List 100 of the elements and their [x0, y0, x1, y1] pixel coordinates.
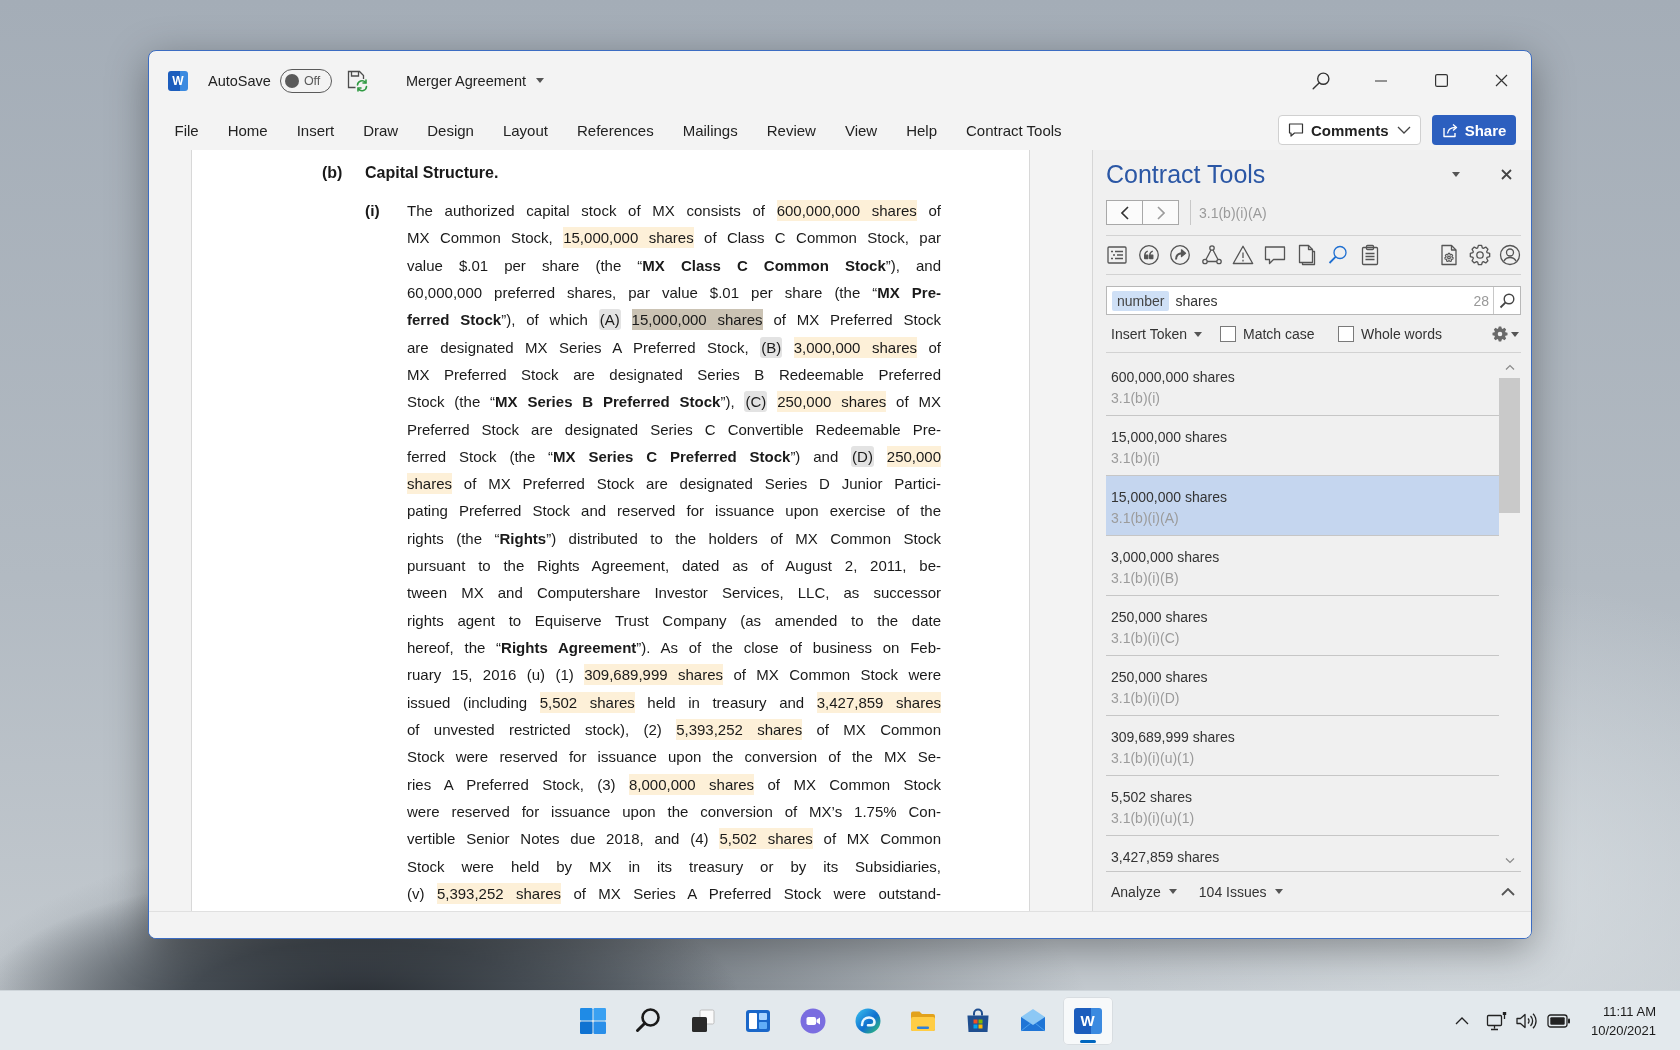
caret-icon: [1194, 331, 1202, 337]
checkbox[interactable]: [1220, 326, 1236, 342]
result-reference: 3.1(b)(i): [1111, 389, 1161, 408]
insert-token-button[interactable]: Insert Token: [1106, 326, 1215, 342]
option-label: Whole words: [1361, 326, 1442, 342]
scrollbar-thumb[interactable]: [1499, 378, 1520, 513]
result-reference: 3.1(b)(i)(D): [1111, 689, 1181, 708]
result-title: 309,689,999 shares: [1111, 728, 1236, 747]
ribbon-tab[interactable]: Layout: [488, 115, 563, 145]
close-icon[interactable]: [1494, 74, 1508, 87]
video-chat-icon: [798, 1006, 827, 1035]
match-count: 28: [1473, 292, 1489, 309]
result-reference: 3.1(b)(i)(u)(1): [1111, 749, 1196, 768]
battery-icon[interactable]: [1546, 1013, 1571, 1028]
ribbon-tab[interactable]: Design: [412, 115, 489, 145]
result-title: 600,000,000 shares: [1111, 368, 1236, 387]
search-text: shares: [1175, 292, 1218, 309]
section-heading: Capital Structure.: [365, 163, 499, 183]
result-item[interactable]: 250,000 shares 3.1(b)(i)(C): [1106, 596, 1499, 656]
comment-icon[interactable]: [1263, 244, 1286, 266]
browser-icon: [853, 1006, 882, 1035]
result-item[interactable]: 15,000,000 shares 3.1(b)(i)(A): [1106, 476, 1499, 536]
taskbar-button[interactable]: W: [1062, 996, 1113, 1045]
outline-icon[interactable]: [1106, 244, 1128, 266]
ribbon-tab[interactable]: Contract Tools: [951, 115, 1077, 145]
speech-bubble-icon: [1288, 122, 1304, 138]
word-logo: W: [1073, 1007, 1102, 1034]
option-label: Match case: [1243, 326, 1315, 342]
ribbon-tab[interactable]: Help: [891, 115, 952, 145]
chevron-left-icon: [1120, 205, 1129, 220]
result-reference: 3.1(b)(i)(u)(1): [1111, 809, 1196, 828]
maximize-icon[interactable]: [1434, 74, 1448, 87]
result-item[interactable]: 250,000 shares 3.1(b)(i)(D): [1106, 656, 1499, 716]
result-item[interactable]: 600,000,000 shares 3.1(b)(i): [1106, 356, 1499, 416]
issues-button[interactable]: 104 Issues: [1193, 883, 1283, 900]
result-item[interactable]: 3,427,859 shares: [1106, 836, 1499, 867]
result-item[interactable]: 309,689,999 shares 3.1(b)(i)(u)(1): [1106, 716, 1499, 776]
token-chip[interactable]: number: [1112, 290, 1170, 311]
ribbon-tab[interactable]: View: [830, 115, 892, 145]
caret-icon[interactable]: [1452, 171, 1460, 177]
nodes-icon[interactable]: [1200, 244, 1223, 266]
comments-button[interactable]: Comments: [1278, 115, 1421, 145]
result-title: 5,502 shares: [1111, 788, 1193, 807]
document-settings-icon[interactable]: [1438, 244, 1460, 266]
ribbon-tab[interactable]: Home: [213, 115, 283, 145]
close-icon[interactable]: [1501, 168, 1512, 180]
ribbon-tab[interactable]: Draw: [348, 115, 413, 145]
result-item[interactable]: 5,502 shares 3.1(b)(i)(u)(1): [1106, 776, 1499, 836]
search-field[interactable]: number shares 28: [1106, 286, 1521, 315]
chevron-right-icon: [1156, 205, 1165, 220]
back-button[interactable]: [1106, 200, 1143, 225]
start-icon: [578, 1006, 607, 1035]
result-reference: 3.1(b)(i)(C): [1111, 629, 1181, 648]
analyze-button[interactable]: Analyze: [1106, 883, 1177, 900]
ribbon-tab[interactable]: Mailings: [668, 115, 753, 145]
chevron-up-icon[interactable]: [1454, 1016, 1469, 1025]
search-icon: [1499, 292, 1515, 309]
ribbon-tab[interactable]: File: [160, 115, 214, 145]
result-title: 250,000 shares: [1111, 608, 1209, 627]
clock-time[interactable]: 11:11 AM: [1590, 1001, 1656, 1021]
share-icon: [1441, 122, 1459, 138]
ribbon-tab[interactable]: Review: [752, 115, 831, 145]
search-icon[interactable]: [1311, 70, 1331, 91]
ribbon-tab[interactable]: References: [562, 115, 669, 145]
share-button[interactable]: Share: [1432, 115, 1516, 145]
caret-icon: [1511, 331, 1519, 337]
location-text: 3.1(b)(i)(A): [1199, 204, 1267, 221]
network-icon[interactable]: [1485, 1010, 1508, 1031]
clock-date[interactable]: 10/20/2021: [1590, 1020, 1656, 1040]
account-icon[interactable]: [1499, 244, 1521, 266]
toggle-knob: [284, 73, 299, 88]
result-title: 15,000,000 shares: [1111, 428, 1228, 447]
result-reference: 3.1(b)(i)(A): [1111, 509, 1180, 528]
options-menu-button[interactable]: [1492, 326, 1521, 342]
volume-icon[interactable]: [1514, 1011, 1537, 1030]
pane-title: Contract Tools: [1106, 159, 1267, 189]
result-reference: 3.1(b)(i)(B): [1111, 569, 1180, 588]
caret-icon: [1274, 889, 1283, 894]
settings-icon[interactable]: [1468, 244, 1491, 266]
active-indicator: [1079, 1039, 1096, 1043]
quote-icon[interactable]: [1137, 244, 1160, 266]
caret-icon: [536, 78, 544, 83]
section-number: (b): [322, 164, 343, 181]
autosave-label: AutoSave: [208, 72, 271, 89]
chevron-up-icon[interactable]: [1501, 887, 1515, 896]
item-number: (i): [365, 202, 380, 219]
result-title: 250,000 shares: [1111, 668, 1209, 687]
warning-icon[interactable]: [1232, 244, 1255, 266]
settings-icon: [1492, 326, 1508, 342]
result-title: 3,000,000 shares: [1111, 548, 1221, 567]
minimize-icon[interactable]: [1374, 79, 1388, 82]
save-sync-icon[interactable]: [345, 69, 369, 92]
document-title-button[interactable]: Merger Agreement: [405, 72, 544, 89]
result-title: 3,427,859 shares: [1111, 848, 1221, 867]
result-item[interactable]: 3,000,000 shares 3.1(b)(i)(B): [1106, 536, 1499, 596]
ribbon-tab[interactable]: Insert: [282, 115, 349, 145]
caret-icon: [1168, 889, 1177, 894]
checkbox[interactable]: [1338, 326, 1354, 342]
body-paragraph: The authorized capital stock of MX consists of 600,000,000 shares of MX Common Stock, 15,000,000 shares of Class C Common Stock, par value $.01 per share (the “MX Class C Common Stock”), and 60,000,000 preferred shares, par value $.01 per share (the “MX Pre- ferred Stock”), of which (A) 15,000,000 shares of MX Preferred Stock are designated MX Series A Preferred Stock, (B) 3,000,000 shares of MX Preferred Stock are designated Series B Redeemable Preferred Stock (the “MX Series B Preferred Stock”), (C) 250,000 shares of MX Preferred Stock are designated Series C Convertible Redeemable Pre- ferred Stock (the “MX Series C Preferred Stock”) and (D) 250,000 shares of MX Preferred Stock are designated Series D Junior Partici- pating Preferred Stock and reserved for issuance upon exercise of the rights (the “Rights”) distributed to the holders of MX Common Stock pursuant to the Rights Agreement, dated as of August 2, 2011, be- tween MX and Computershare Investor Services, LLC, as successor rights agent to Equiserve Trust Company (as amended to the date hereof, the “Rights Agreement”). As of the close of business on Feb- ruary 15, 2016 (u) (1) 309,689,999 shares of MX Common Stock were issued (including 5,502 shares held in treasury and 3,427,859 shares of unvested restricted stock), (2) 5,393,252 shares of MX Common Stock were reserved for issuance upon the conversion of the MX Se- ries A Preferred Stock, (3) 8,000,000 shares of MX Common Stock were reserved for issuance upon the conversion of MX’s 1.75% Con- vertible Senior Notes due 2018, and (4) 5,502 shares of MX Common Stock were held by MX in its treasury or by its Subsidiaries, (v) 5,393,252 shares of MX Series A Preferred Stock were outstand-: [407, 199, 941, 906]
chevron-down-icon: [1397, 126, 1411, 134]
